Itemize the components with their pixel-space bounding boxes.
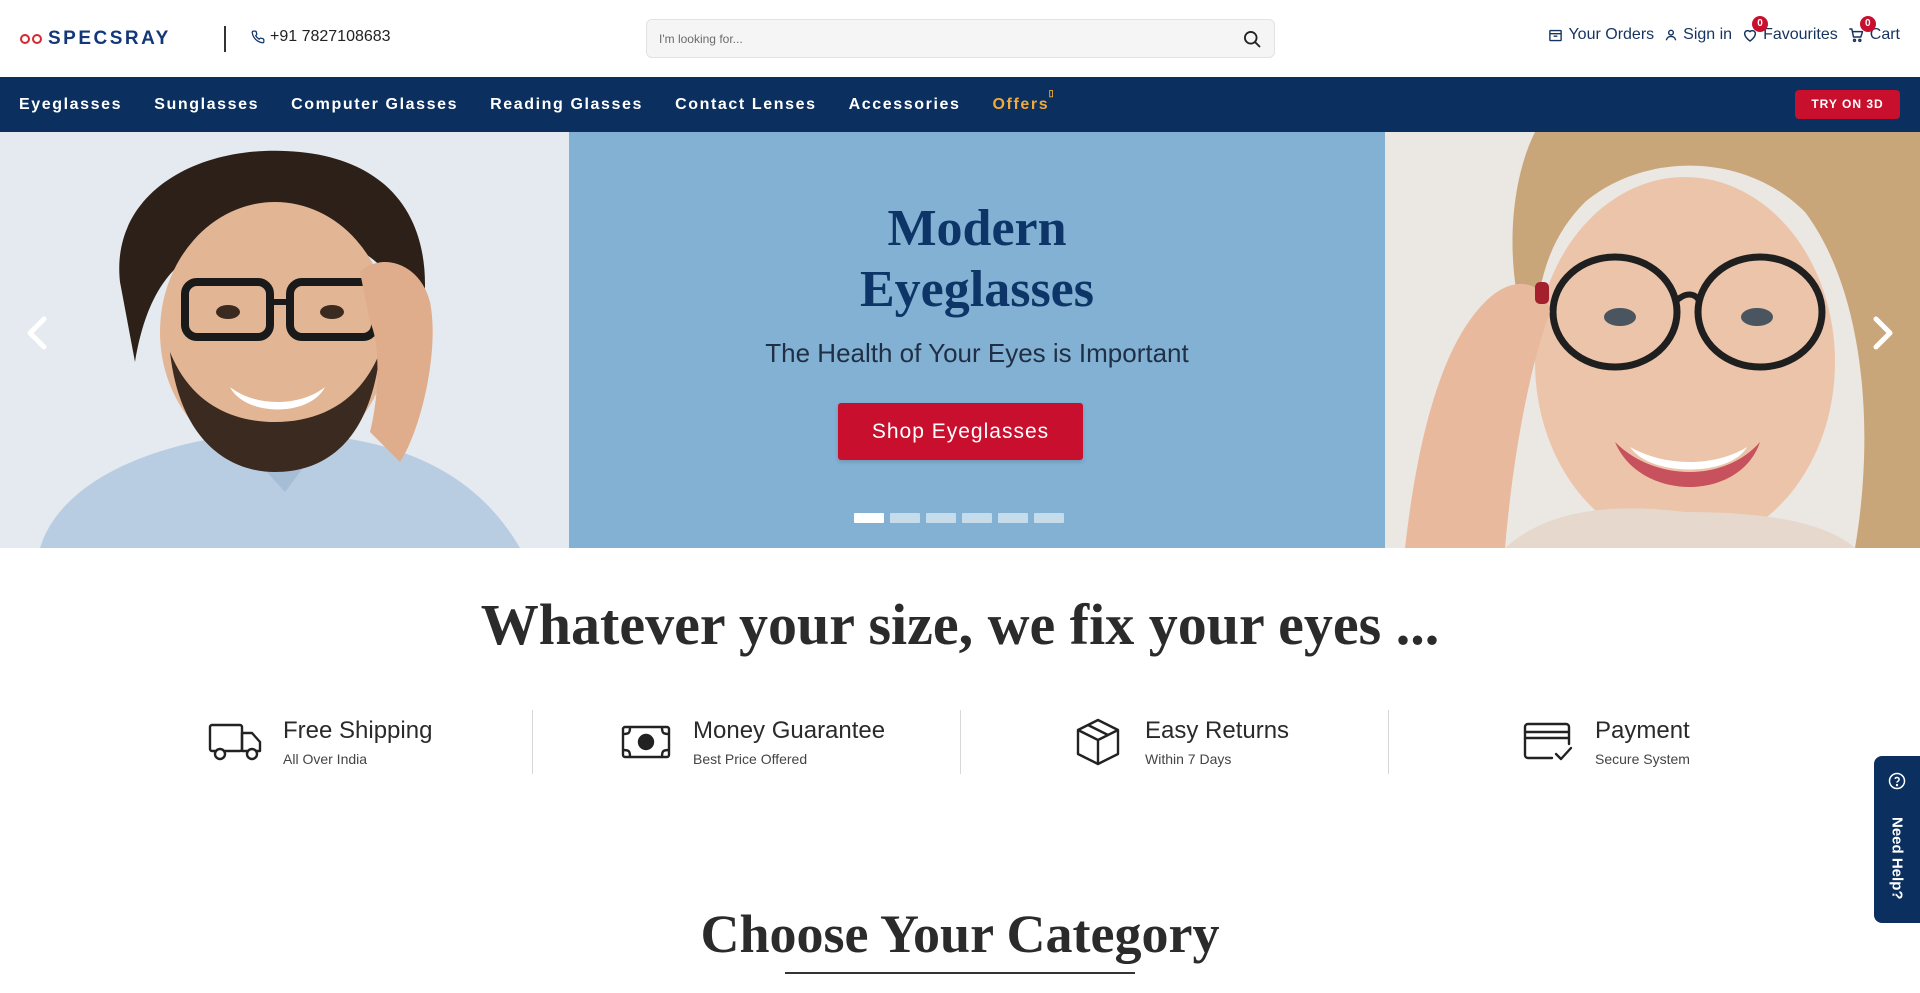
need-help-label: Need Help? [1888,816,1906,900]
shop-eyeglasses-button[interactable]: Shop Eyeglasses [838,403,1083,460]
hero-content: Modern Eyeglasses The Health of Your Eye… [569,132,1385,548]
hero-subtitle: The Health of Your Eyes is Important [765,338,1189,368]
tagline: Whatever your size, we fix your eyes ... [480,592,1440,657]
carousel-dot[interactable] [998,513,1028,523]
carousel-dot[interactable] [854,513,884,523]
feature-payment: Payment Secure System [1519,710,1690,774]
carousel-dot[interactable] [962,513,992,523]
cart-link[interactable]: 0 Cart [1848,16,1900,44]
favourites-label: Favourites [1763,26,1838,43]
feature-title: Payment [1595,717,1690,744]
main-nav: Eyeglasses Sunglasses Computer Glasses R… [0,77,1920,132]
search-icon[interactable] [1242,29,1262,49]
favourites-link[interactable]: 0 Favourites [1742,16,1838,44]
sign-in-link[interactable]: Sign in [1664,26,1732,44]
feature-subtitle: All Over India [283,751,368,767]
search-box [646,19,1275,58]
orders-box-icon [1549,29,1563,41]
try-on-3d-button[interactable]: TRY ON 3D [1795,90,1900,119]
cart-count-badge: 0 [1859,16,1876,32]
feature-subtitle: Secure System [1595,751,1690,767]
feature-divider [532,710,533,774]
hero-title: Modern Eyeglasses [569,198,1385,320]
search-input[interactable] [659,20,1219,57]
chevron-right-icon[interactable] [1868,313,1898,353]
nav-item-sunglasses[interactable]: Sunglasses [154,96,259,114]
phone-number: +91 7827108683 [270,28,391,45]
feature-money-guarantee: Money Guarantee Best Price Offered [617,710,885,774]
feature-title: Money Guarantee [693,717,886,744]
hero-carousel: Modern Eyeglasses The Health of Your Eye… [0,132,1920,548]
card-icon [1523,722,1573,761]
nav-item-eyeglasses[interactable]: Eyeglasses [19,96,122,114]
glasses-logo-icon [20,32,44,46]
feature-easy-returns: Easy Returns Within 7 Days [1069,710,1289,774]
feature-subtitle: Best Price Offered [693,751,808,767]
truck-icon [208,723,262,761]
top-header: SPECSRAY +91 7827108683 Your Orders [0,0,1920,77]
sign-in-label: Sign in [1683,26,1733,43]
nav-item-reading-glasses[interactable]: Reading Glasses [490,96,643,114]
help-question-icon [1888,772,1906,790]
hero-title-line-1: Modern [887,200,1067,257]
nav-items: Eyeglasses Sunglasses Computer Glasses R… [19,77,1081,132]
nav-item-offers[interactable]: Offers ▯ [992,88,1054,114]
carousel-dots [854,513,1070,523]
carousel-dot[interactable] [926,513,956,523]
hero-title-line-2: Eyeglasses [860,261,1094,318]
favourites-count-badge: 0 [1752,16,1769,32]
header-divider [224,26,226,52]
user-icon [1665,29,1677,41]
feature-title: Easy Returns [1145,717,1290,744]
hero-image-woman [1385,132,1920,548]
features-bar: Free Shipping All Over India Money Guara… [0,710,1920,774]
chevron-left-icon[interactable] [22,313,52,353]
box-icon [1076,718,1120,766]
category-underline [785,972,1135,974]
feature-free-shipping: Free Shipping All Over India [207,710,432,774]
need-help-tab[interactable]: Need Help? [1874,756,1920,923]
feature-title: Free Shipping [283,717,433,744]
nav-item-computer-glasses[interactable]: Computer Glasses [291,96,458,114]
phone-icon [251,30,265,44]
feature-divider [1388,710,1389,774]
carousel-dot[interactable] [890,513,920,523]
offer-sparkle-icon: ▯ [1048,87,1056,98]
feature-subtitle: Within 7 Days [1145,751,1232,767]
carousel-dot[interactable] [1034,513,1064,523]
category-title: Choose Your Category [700,904,1220,964]
your-orders-link[interactable]: Your Orders [1548,26,1654,44]
feature-divider [960,710,961,774]
brand-logo[interactable]: SPECSRAY [20,28,171,49]
your-orders-label: Your Orders [1568,26,1655,43]
money-icon [621,725,671,759]
nav-item-offers-label: Offers [992,95,1050,113]
phone-link[interactable]: +91 7827108683 [251,28,391,46]
nav-item-contact-lenses[interactable]: Contact Lenses [675,96,817,114]
hero-image-man [0,132,569,548]
nav-item-accessories[interactable]: Accessories [849,96,961,114]
brand-name: SPECSRAY [48,28,171,49]
user-links: Your Orders Sign in 0 Favourites 0 Cart [1538,16,1900,44]
